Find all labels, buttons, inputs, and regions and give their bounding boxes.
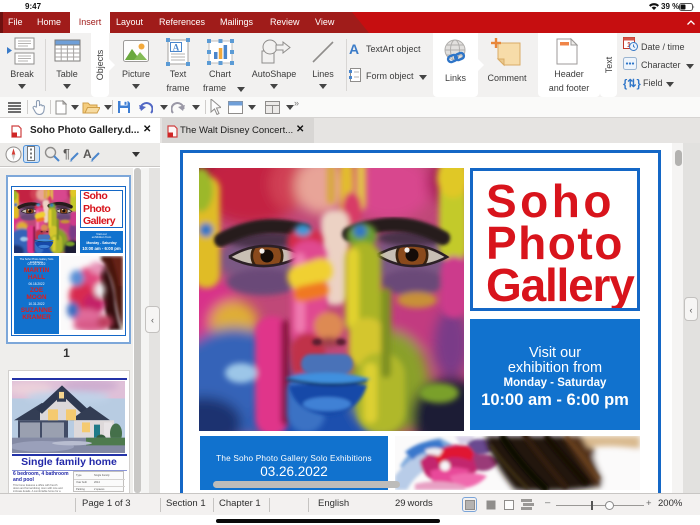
svg-text:A: A [173,43,180,53]
svg-text:exhibition from: exhibition from [508,360,602,376]
svg-text:The Soho Photo Gallery Solo Ex: The Soho Photo Gallery Solo Exhibitions [216,454,372,463]
svg-text:03.26.2022: 03.26.2022 [260,464,328,479]
svg-text:10:00 am - 6:00 pm: 10:00 am - 6:00 pm [481,391,629,409]
svg-text:¶: ¶ [63,146,70,161]
svg-text:A: A [83,147,92,161]
svg-text:Monday - Saturday: Monday - Saturday [504,377,607,389]
svg-text:Gallery: Gallery [486,259,635,308]
svg-text:Visit our: Visit our [529,345,581,361]
